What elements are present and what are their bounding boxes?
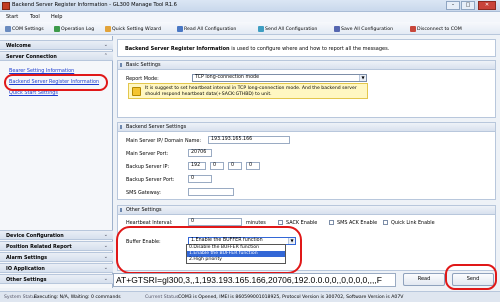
quick-setting-wizard-button[interactable]: Quick Setting Wizard bbox=[105, 25, 161, 33]
basic-settings-header: Basic Settings bbox=[126, 62, 161, 68]
sidebar-alarm-settings[interactable]: Alarm Settings ⌄ bbox=[0, 252, 113, 262]
sack-enable-label: SACK Enable bbox=[286, 220, 318, 226]
sms-ack-enable-checkbox[interactable] bbox=[329, 220, 334, 225]
maximize-button[interactable]: □ bbox=[461, 1, 475, 10]
sidebar-io-application[interactable]: IO Application ⌄ bbox=[0, 263, 113, 273]
operation-log-button[interactable]: Operation Log bbox=[54, 25, 94, 33]
menu-bar: Start Tool Help bbox=[0, 12, 500, 22]
send-icon bbox=[258, 26, 264, 32]
menu-tool[interactable]: Tool bbox=[30, 14, 40, 20]
command-text-field[interactable]: AT+GTSRI=gl300,3,,1,193.193.165.166,2070… bbox=[113, 273, 396, 287]
quick-link-enable-checkbox[interactable] bbox=[383, 220, 388, 225]
menu-help[interactable]: Help bbox=[51, 14, 62, 20]
title-bar: Backend Server Register Information - GL… bbox=[0, 0, 500, 12]
sidebar-device-configuration[interactable]: Device Configuration ⌄ bbox=[0, 230, 113, 240]
command-bar: AT+GTSRI=gl300,3,,1,193.193.165.166,2070… bbox=[113, 273, 500, 287]
sms-gateway-label: SMS Gateway: bbox=[126, 190, 161, 196]
main-server-ip-label: Main Server IP/ Domain Name: bbox=[126, 138, 202, 144]
send-all-configuration-button[interactable]: Send All Configuration bbox=[258, 25, 317, 33]
page-title: Backend Server Register Information bbox=[125, 46, 230, 52]
sidebar-position-related-report[interactable]: Position Related Report ⌄ bbox=[0, 241, 113, 251]
page-description: Backend Server Register Information is u… bbox=[117, 39, 496, 57]
report-mode-label: Report Mode: bbox=[126, 76, 159, 82]
basic-settings-panel: Basic Settings Report Mode: TCP long-con… bbox=[117, 60, 496, 118]
current-status-value: COM3 is Opened, IMEI is 860599001018925,… bbox=[178, 295, 404, 300]
chevron-up-icon: ⌃ bbox=[103, 53, 108, 59]
chevron-down-icon: ⌄ bbox=[103, 243, 108, 249]
gear-icon bbox=[5, 26, 11, 32]
read-icon bbox=[177, 26, 183, 32]
other-settings-header: Other Settings bbox=[126, 207, 162, 213]
chevron-down-icon: ⌄ bbox=[103, 254, 108, 260]
info-icon bbox=[132, 87, 141, 96]
chevron-down-icon: ⌄ bbox=[103, 265, 108, 271]
sidebar-server-connection[interactable]: Server Connection ⌃ bbox=[0, 51, 113, 61]
minimize-button[interactable]: – bbox=[446, 1, 460, 10]
backup-server-ip-label: Backup Server IP: bbox=[126, 164, 170, 170]
backup-server-port-label: Backup Server Port: bbox=[126, 177, 175, 183]
quick-link-enable-label: Quick Link Enable bbox=[391, 220, 435, 226]
close-button[interactable]: ✕ bbox=[478, 1, 496, 10]
toolbar: COM Settings Operation Log Quick Setting… bbox=[0, 22, 500, 35]
save-icon bbox=[334, 26, 340, 32]
backend-server-header: Backend Server Settings bbox=[126, 124, 187, 130]
sms-ack-enable-label: SMS ACK Enable bbox=[337, 220, 378, 226]
wizard-icon bbox=[105, 26, 111, 32]
app-icon bbox=[2, 2, 10, 10]
chevron-down-icon: ⌄ bbox=[103, 42, 108, 48]
chevron-down-icon: ⌄ bbox=[103, 276, 108, 282]
backend-server-settings-panel: Backend Server Settings Main Server IP/ … bbox=[117, 122, 496, 200]
window-title: Backend Server Register Information - GL… bbox=[12, 2, 177, 8]
sidebar-other-settings[interactable]: Other Settings ⌄ bbox=[0, 274, 113, 284]
menu-start[interactable]: Start bbox=[6, 14, 18, 20]
main-server-ip-input[interactable]: 193.193.165.166 bbox=[208, 136, 290, 144]
report-mode-select[interactable]: TCP long-connection mode ▼ bbox=[192, 74, 367, 82]
backup-ip-octet-3[interactable]: 0 bbox=[228, 162, 242, 170]
current-status-label: Current Status: bbox=[145, 295, 180, 300]
system-status-value: Executing: N/A, Waiting: 0 commands bbox=[34, 295, 121, 300]
buffer-highlight-annotation bbox=[116, 226, 302, 274]
log-icon bbox=[54, 26, 60, 32]
disconnect-icon bbox=[410, 26, 416, 32]
heartbeat-note: It is suggest to set heartbeat interval … bbox=[128, 83, 368, 99]
heartbeat-interval-input[interactable]: 0 bbox=[188, 218, 242, 226]
sack-enable-checkbox[interactable] bbox=[278, 220, 283, 225]
sms-gateway-input[interactable] bbox=[188, 188, 234, 196]
disconnect-com-button[interactable]: Disconnect to COM bbox=[410, 25, 462, 33]
com-settings-button[interactable]: COM Settings bbox=[5, 25, 44, 33]
read-button[interactable]: Read bbox=[403, 273, 445, 286]
send-highlight-annotation bbox=[445, 264, 497, 290]
backup-ip-octet-2[interactable]: 0 bbox=[210, 162, 224, 170]
sidebar-welcome[interactable]: Welcome ⌄ bbox=[0, 40, 113, 50]
status-bar: System Status: Executing: N/A, Waiting: … bbox=[0, 291, 500, 302]
backup-ip-octet-4[interactable]: 0 bbox=[246, 162, 260, 170]
save-all-configuration-button[interactable]: Save All Configuration bbox=[334, 25, 393, 33]
main-server-port-label: Main Server Port: bbox=[126, 151, 169, 157]
main-server-port-input[interactable]: 20706 bbox=[188, 149, 212, 157]
backup-ip-octet-1[interactable]: 192 bbox=[188, 162, 206, 170]
backup-server-port-input[interactable]: 0 bbox=[188, 175, 212, 183]
chevron-down-icon: ▼ bbox=[359, 75, 366, 81]
highlight-annotation bbox=[4, 74, 108, 91]
chevron-down-icon: ⌄ bbox=[103, 232, 108, 238]
page-description-text: is used to configure where and how to re… bbox=[231, 46, 390, 52]
read-all-configuration-button[interactable]: Read All Configuration bbox=[177, 25, 236, 33]
